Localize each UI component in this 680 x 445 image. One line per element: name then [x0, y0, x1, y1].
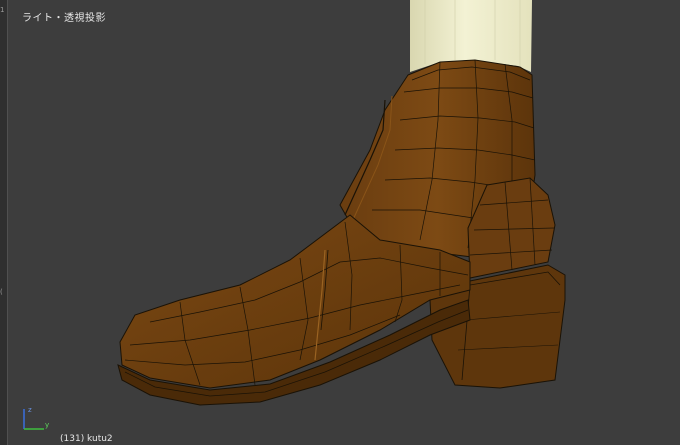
view-mode-label: ライト・透視投影 [22, 13, 106, 24]
active-object-label: (131) kutu2 [60, 434, 113, 444]
3d-viewport[interactable]: 1 (ライト・透視投影 z y (131) kutu2 [0, 0, 680, 445]
y-axis-label: y [45, 421, 49, 429]
axis-gizmo: z y [23, 406, 49, 430]
z-axis-label: z [28, 406, 32, 414]
boot-model [117, 0, 566, 406]
